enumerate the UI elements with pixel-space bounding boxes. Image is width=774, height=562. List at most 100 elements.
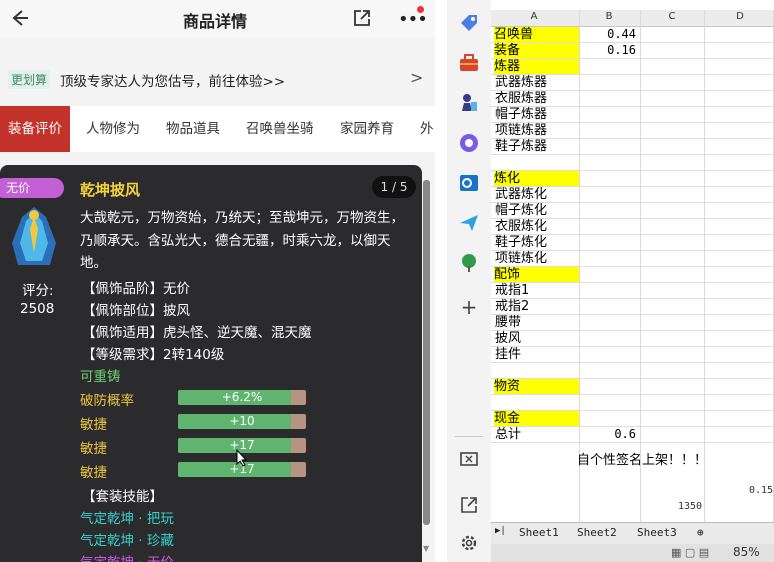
cell-b[interactable] [580,379,638,394]
gear-icon[interactable] [458,532,480,554]
card-scrollbar[interactable] [423,180,430,525]
scroll-down-icon[interactable]: ▼ [423,544,429,553]
sheet-tab[interactable]: Sheet1 [519,526,559,539]
cell-a[interactable]: 现金 [494,411,579,426]
tab-items[interactable]: 物品道具 [166,106,220,152]
cell-a[interactable]: 武器炼化 [495,187,579,202]
cell-b[interactable] [580,283,638,298]
cape-item-icon [6,203,62,269]
cell-b[interactable] [580,139,638,154]
cell-a[interactable]: 披风 [495,331,579,346]
sheet-row: 武器炼器 [491,75,774,91]
tree-icon[interactable] [458,252,480,274]
cell-b[interactable] [580,187,638,202]
cell-b[interactable] [580,155,638,170]
cell-b[interactable] [580,219,638,234]
cell-b[interactable]: 0.44 [580,27,638,42]
cell-a[interactable]: 配饰 [494,267,579,282]
cell-b[interactable] [580,331,638,346]
sheet-tab[interactable]: Sheet3 [637,526,677,539]
cell-a[interactable]: 腰带 [495,315,579,330]
sheet-row: 衣服炼器 [491,91,774,107]
tab-character[interactable]: 人物修为 [86,106,140,152]
sheet-tab[interactable]: Sheet2 [577,526,617,539]
cell-a[interactable]: 鞋子炼器 [495,139,579,154]
cell-a[interactable]: 装备 [494,43,579,58]
open-external-icon[interactable] [458,494,480,516]
sheet-row: 炼化 [491,171,774,187]
cell-a[interactable]: 鞋子炼化 [495,235,579,250]
promo-banner[interactable]: 更划算 顶级专家达人为您估号，前往体验>> > [0,62,435,96]
cell-a[interactable]: 帽子炼化 [495,203,579,218]
banner-text: 自个性签名上架！！！ [577,453,708,468]
cell-a[interactable]: 戒指2 [495,299,579,314]
cell-b[interactable] [580,107,638,122]
cell-a[interactable]: 总计 [495,427,579,442]
tab-pets[interactable]: 召唤兽坐骑 [246,106,314,152]
cell-b[interactable] [580,59,638,74]
share-icon[interactable] [352,9,372,27]
cell-b[interactable] [580,123,638,138]
zoom-level[interactable]: 85% [733,545,760,559]
cell-value[interactable]: 1350 [678,501,702,512]
column-header[interactable]: B [604,11,614,22]
add-icon[interactable]: + [458,296,480,318]
cell-a[interactable] [495,363,579,378]
cell-b[interactable]: 0.16 [580,43,638,58]
cell-b[interactable] [580,315,638,330]
cell-a[interactable]: 召唤兽 [494,27,579,42]
cell-b[interactable] [580,395,638,410]
cell-a[interactable]: 帽子炼器 [495,107,579,122]
cell-a[interactable]: 挂件 [495,347,579,362]
cell-b[interactable] [580,203,638,218]
cell-b[interactable] [580,363,638,378]
cell-value[interactable]: 0.15 [749,485,773,496]
item-card: 无价 乾坤披风 1 / 5 大哉乾元，万物资始，乃统天；至哉坤元，万物资生，乃顺… [0,165,422,562]
cell-b[interactable] [580,251,638,266]
column-header[interactable]: D [735,11,745,22]
toolbox-icon[interactable] [458,52,480,74]
attr-level: 【等级需求】2转140级 [82,347,225,363]
column-header[interactable]: A [529,11,539,22]
cell-a[interactable]: 物资 [494,379,579,394]
cell-a[interactable] [495,395,579,410]
cell-a[interactable]: 衣服炼化 [495,219,579,234]
cell-b[interactable]: 0.6 [580,427,638,442]
chess-icon[interactable] [458,92,480,114]
cell-a[interactable]: 衣服炼器 [495,91,579,106]
tab-more[interactable]: 外 [420,106,434,152]
view-mode-icon[interactable]: ▦ ▢ ▤ [671,546,709,559]
tag-icon[interactable] [458,12,480,34]
tab-home[interactable]: 家园养育 [340,106,394,152]
send-icon[interactable] [458,212,480,234]
cell-a[interactable]: 项链炼器 [495,123,579,138]
cell-b[interactable] [580,171,638,186]
browser-sidebar: + [447,0,491,562]
copilot-icon[interactable] [458,132,480,154]
sheet-row: 项链炼器 [491,123,774,139]
item-description: 大哉乾元，万物资始，乃统天；至哉坤元，万物资生，乃顺承天。含弘光大，德合无疆，时… [80,210,404,271]
cell-b[interactable] [580,91,638,106]
cell-b[interactable] [580,299,638,314]
sheet-row [491,155,774,171]
cell-a[interactable]: 武器炼器 [495,75,579,90]
cell-b[interactable] [580,347,638,362]
tab-equipment[interactable]: 装备评价 [0,106,70,152]
cell-a[interactable] [495,155,579,170]
cell-b[interactable] [580,267,638,282]
cell-a[interactable]: 炼化 [494,171,579,186]
sheet-nav-icon[interactable]: ▶| [495,526,506,536]
cell-a[interactable]: 项链炼化 [495,251,579,266]
outlook-icon[interactable] [458,172,480,194]
new-sheet-icon[interactable]: ⊕ [697,526,704,539]
set-skill: 气定乾坤 · 把玩 [80,511,174,527]
screenshot-icon[interactable] [458,448,480,470]
image-pager[interactable]: 1 / 5 [372,176,416,198]
score-label: 评分: [22,283,54,299]
cell-b[interactable] [580,411,638,426]
column-header[interactable]: C [667,11,677,22]
cell-a[interactable]: 戒指1 [495,283,579,298]
cell-a[interactable]: 炼器 [494,59,579,74]
cell-b[interactable] [580,75,638,90]
cell-b[interactable] [580,235,638,250]
